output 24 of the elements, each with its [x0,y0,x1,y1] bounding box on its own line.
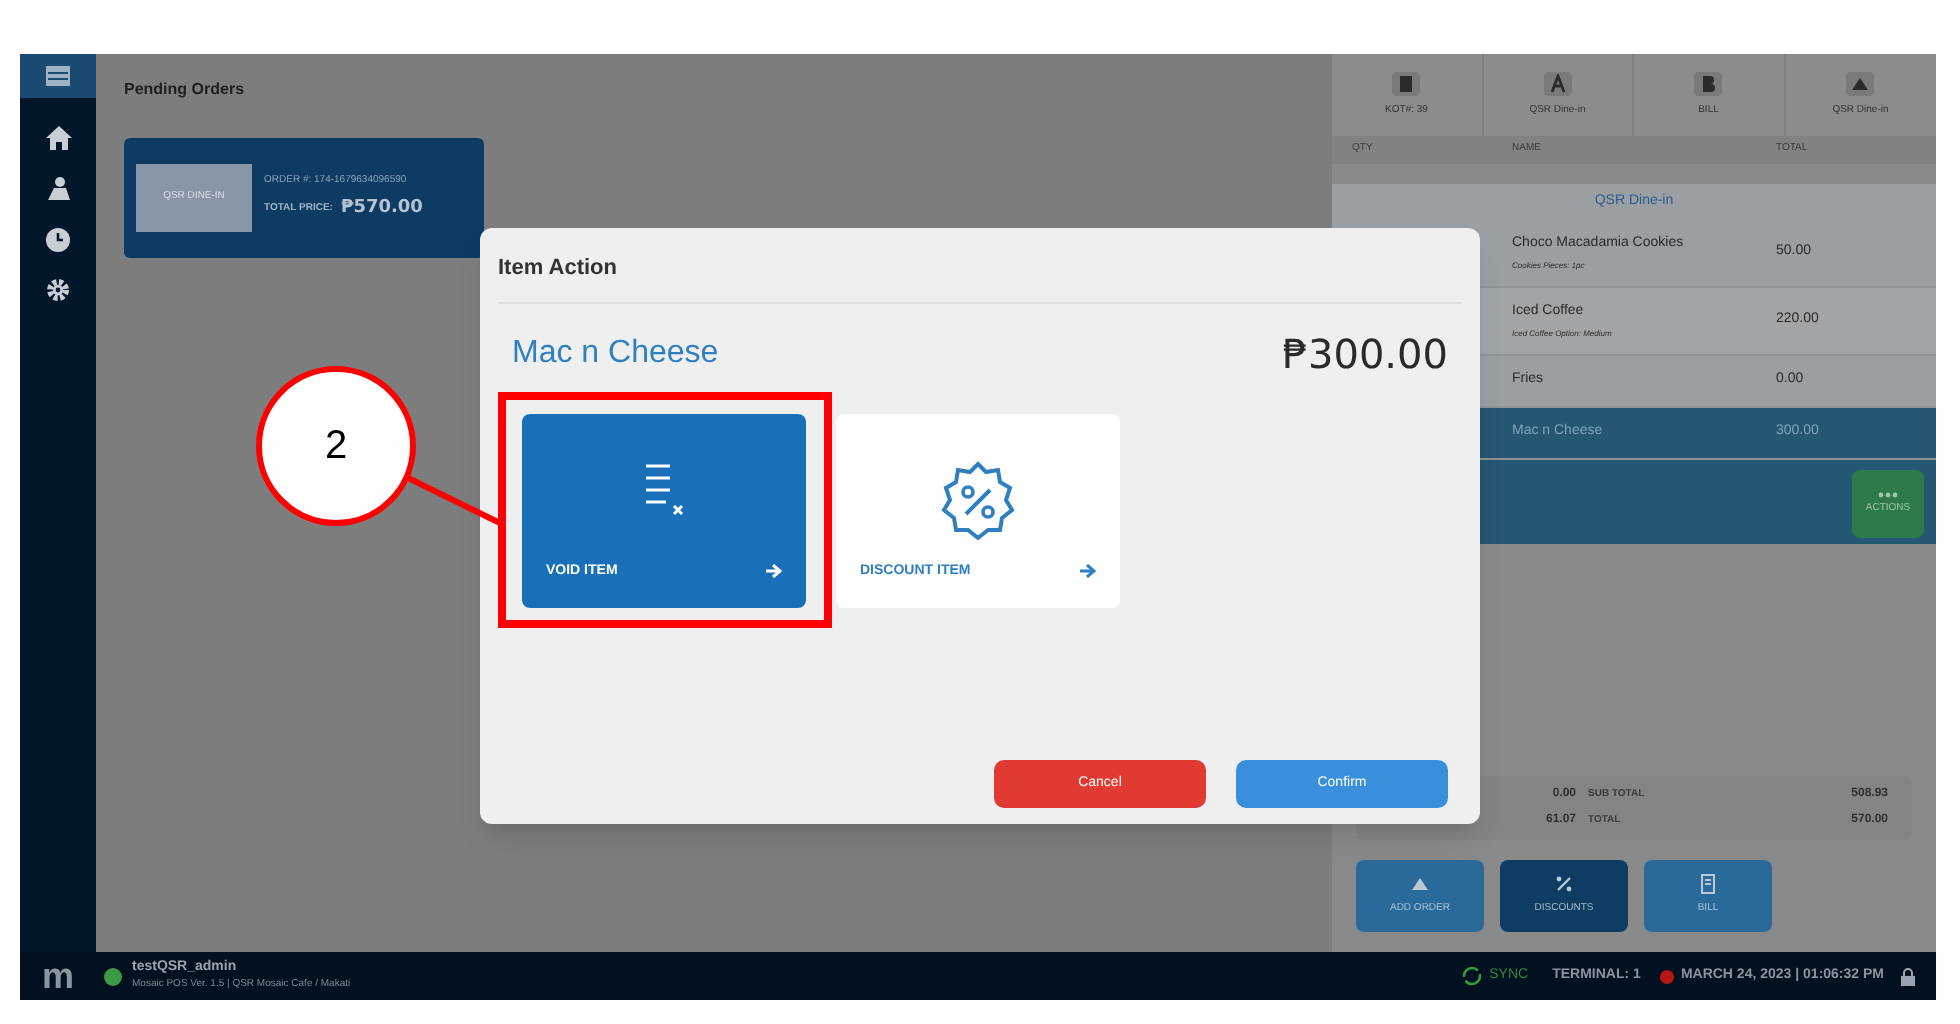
sync-icon [1461,966,1482,986]
person-icon[interactable] [45,176,71,202]
tab-icon [1543,71,1572,96]
item-name: Mac n Cheese [512,333,719,373]
logo: m [39,954,76,998]
dialog-title: Item Action [498,254,619,284]
triangle-icon [1410,874,1430,895]
leader-line [404,472,504,528]
receipt-icon [1698,874,1718,895]
tab-icon [1694,71,1723,96]
more-icon [1878,491,1898,498]
total-price: ₱570.00 [340,195,423,221]
percent-icon [1554,874,1574,895]
tab-icon [1392,71,1421,96]
menu-button[interactable] [20,54,96,98]
home-icon[interactable] [45,126,71,150]
arrow-icon [766,564,782,579]
arrow-icon [1080,564,1096,579]
settings-icon[interactable] [46,278,70,302]
clock-icon[interactable] [46,228,70,252]
lock-icon[interactable] [1900,967,1916,985]
tab-icon [1846,71,1875,96]
menu-icon [46,66,70,86]
section-title: Pending Orders [124,78,247,102]
